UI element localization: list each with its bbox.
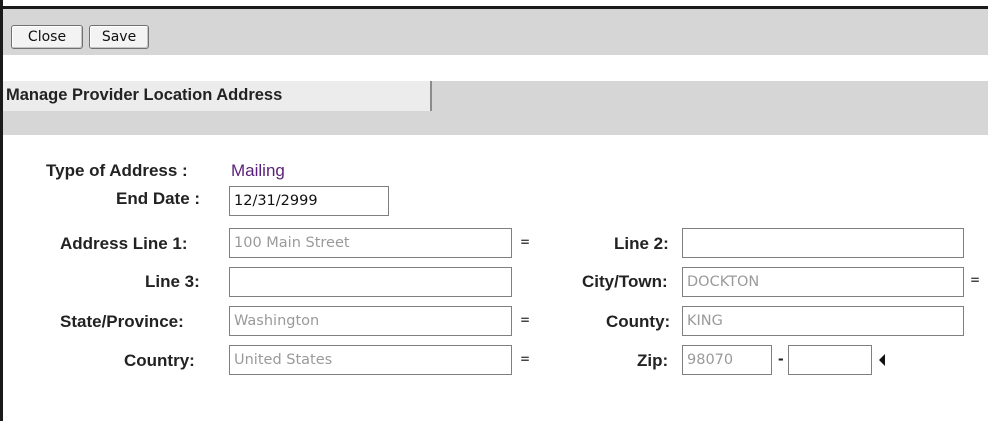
address-line-1-label: Address Line 1:: [60, 234, 188, 253]
address-line-1-required-marker: =: [520, 235, 531, 249]
county-label: County:: [606, 312, 671, 331]
city-town-input[interactable]: [682, 267, 964, 297]
zip-input[interactable]: [682, 345, 772, 375]
country-required-marker: =: [520, 352, 531, 366]
line-3-input[interactable]: [229, 267, 512, 297]
country-input[interactable]: [229, 345, 512, 375]
zip-extension-input[interactable]: [788, 345, 872, 375]
city-town-required-marker: =: [970, 273, 981, 287]
toolbar: Close Save: [3, 9, 988, 55]
end-date-input[interactable]: [229, 186, 389, 216]
line-2-label: Line 2:: [614, 234, 669, 253]
state-province-required-marker: =: [520, 313, 531, 327]
state-province-input[interactable]: [229, 306, 512, 336]
type-of-address-label: Type of Address :: [46, 161, 188, 180]
close-button[interactable]: Close: [11, 25, 83, 49]
city-town-label: City/Town:: [582, 272, 668, 291]
save-button[interactable]: Save: [89, 25, 149, 49]
line-2-input[interactable]: [682, 228, 964, 258]
zip-separator: -: [778, 349, 784, 368]
type-of-address-value: Mailing: [231, 161, 285, 180]
window-top-border: [0, 0, 988, 9]
caret-left-icon: [879, 354, 885, 366]
address-line-1-input[interactable]: [229, 228, 512, 258]
window-left-border: [0, 0, 3, 421]
county-input[interactable]: [682, 306, 964, 336]
state-province-label: State/Province:: [60, 312, 184, 331]
zip-label: Zip:: [637, 351, 669, 370]
country-label: Country:: [124, 351, 195, 370]
section-title: Manage Provider Location Address: [6, 86, 283, 104]
line-3-label: Line 3:: [145, 272, 200, 291]
end-date-label: End Date :: [116, 189, 201, 208]
